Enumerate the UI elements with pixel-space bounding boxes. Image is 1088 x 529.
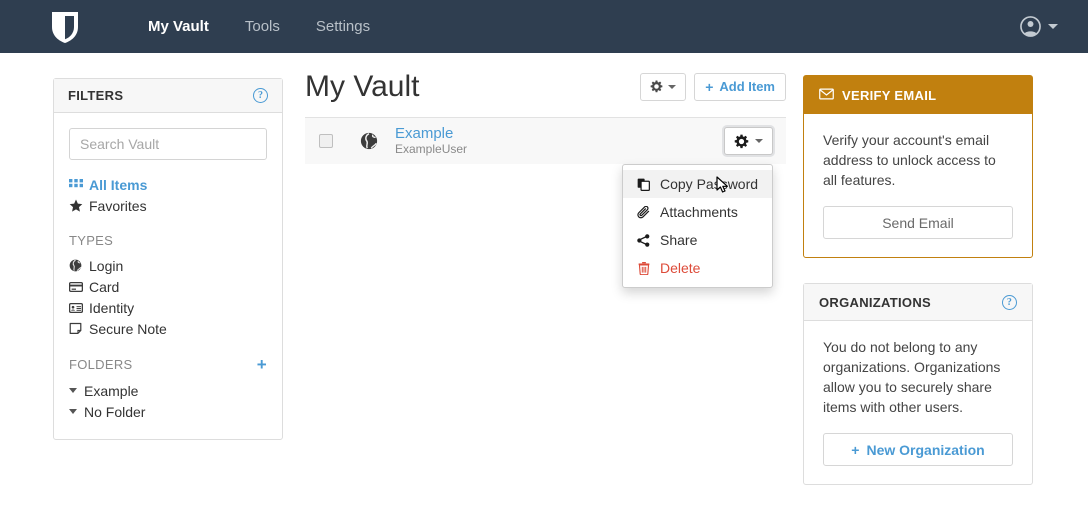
new-organization-button[interactable]: + New Organization — [823, 433, 1013, 467]
filter-type-login[interactable]: Login — [69, 255, 267, 276]
filters-panel-header: FILTERS ? — [54, 79, 282, 113]
copy-icon — [636, 178, 651, 191]
item-username: ExampleUser — [395, 142, 468, 157]
menu-item-copy-password[interactable]: Copy Password — [623, 170, 772, 198]
folder-item-example-label: Example — [84, 382, 139, 399]
filter-type-card[interactable]: Card — [69, 276, 267, 297]
vault-header: My Vault + Add Item — [305, 70, 786, 118]
add-folder-icon[interactable]: + — [257, 356, 267, 373]
folders-list: Example No Folder — [69, 380, 267, 422]
envelope-icon — [819, 88, 834, 103]
filter-favorites[interactable]: Favorites — [69, 195, 267, 216]
item-name-link[interactable]: Example — [395, 125, 467, 142]
menu-item-delete-label: Delete — [660, 260, 701, 276]
star-icon — [69, 199, 89, 213]
row-text: Example ExampleUser — [395, 125, 467, 157]
id-card-icon — [69, 301, 89, 315]
verify-email-title: VERIFY EMAIL — [842, 87, 937, 103]
table-row[interactable]: Example ExampleUser — [305, 118, 786, 164]
search-input[interactable] — [69, 128, 267, 160]
chevron-down-icon — [668, 84, 677, 89]
filter-favorites-label: Favorites — [89, 197, 147, 214]
types-label: TYPES — [69, 233, 114, 248]
chevron-down-icon — [1048, 24, 1058, 29]
organizations-title: ORGANIZATIONS — [819, 294, 931, 310]
filters-nav: All Items Favorites — [69, 174, 267, 216]
filter-all-items-label: All Items — [89, 176, 148, 193]
send-email-label: Send Email — [882, 214, 954, 231]
vault-actions: + Add Item — [640, 72, 786, 101]
types-group-header: TYPES — [69, 233, 267, 248]
paperclip-icon — [636, 205, 651, 219]
filter-type-secure-note[interactable]: Secure Note — [69, 318, 267, 339]
folder-item-no-folder[interactable]: No Folder — [69, 401, 267, 422]
top-navbar: My Vault Tools Settings — [0, 0, 1088, 53]
row-options-button[interactable] — [724, 127, 773, 155]
new-organization-label: New Organization — [866, 441, 985, 458]
account-menu[interactable] — [1020, 0, 1058, 53]
folders-label: FOLDERS — [69, 357, 133, 372]
shield-icon — [50, 9, 80, 45]
filter-type-login-label: Login — [89, 257, 124, 274]
globe-icon — [360, 132, 378, 150]
row-checkbox[interactable] — [319, 134, 333, 148]
filter-type-identity[interactable]: Identity — [69, 297, 267, 318]
caret-down-icon — [69, 409, 77, 414]
verify-email-header: VERIFY EMAIL — [804, 76, 1032, 114]
folders-group-header: FOLDERS + — [69, 356, 267, 373]
gear-icon — [650, 80, 663, 93]
grid-icon — [69, 178, 89, 192]
menu-item-attachments[interactable]: Attachments — [623, 198, 772, 226]
vault-options-button[interactable] — [640, 72, 687, 101]
credit-card-icon — [69, 280, 89, 294]
filters-panel: FILTERS ? All Items — [53, 78, 283, 440]
globe-icon — [69, 259, 89, 272]
plus-icon: + — [851, 441, 860, 458]
share-icon — [636, 233, 651, 247]
organizations-body: You do not belong to any organizations. … — [804, 321, 1032, 484]
verify-email-panel: VERIFY EMAIL Verify your account's email… — [803, 75, 1033, 259]
folder-item-example[interactable]: Example — [69, 380, 267, 401]
question-circle-icon[interactable]: ? — [1002, 294, 1017, 310]
sticky-note-icon — [69, 322, 89, 335]
user-circle-icon — [1020, 16, 1041, 37]
types-list: Login Card Identity Secure Note — [69, 255, 267, 339]
item-context-menu: Copy Password Attachments Share Delete — [622, 164, 773, 288]
verify-email-text: Verify your account's email address to u… — [823, 132, 996, 189]
page-title: My Vault — [305, 70, 420, 103]
brand-logo[interactable] — [50, 7, 84, 47]
filter-type-identity-label: Identity — [89, 299, 135, 316]
question-circle-icon[interactable]: ? — [253, 88, 268, 103]
filter-type-card-label: Card — [89, 278, 120, 295]
send-email-button[interactable]: Send Email — [823, 206, 1013, 240]
menu-item-copy-password-label: Copy Password — [660, 176, 759, 192]
filter-all-items[interactable]: All Items — [69, 174, 267, 195]
vault-main: My Vault + Add Item Example ExampleUser — [305, 70, 786, 164]
nav-link-my-vault[interactable]: My Vault — [130, 18, 227, 35]
filter-type-secure-note-label: Secure Note — [89, 320, 167, 337]
trash-icon — [636, 261, 651, 275]
folder-item-no-folder-label: No Folder — [84, 403, 146, 420]
verify-email-body: Verify your account's email address to u… — [804, 114, 1032, 257]
gear-icon — [734, 134, 749, 149]
menu-item-share[interactable]: Share — [623, 226, 772, 254]
organizations-panel: ORGANIZATIONS ? You do not belong to any… — [803, 283, 1033, 486]
add-item-button[interactable]: + Add Item — [694, 72, 786, 101]
caret-down-icon — [69, 388, 77, 393]
filters-title: FILTERS — [68, 88, 124, 103]
filters-body: All Items Favorites TYPES — [54, 113, 282, 439]
add-item-label: Add Item — [719, 79, 775, 94]
plus-icon: + — [705, 78, 714, 95]
organizations-header: ORGANIZATIONS ? — [804, 284, 1032, 321]
organizations-text: You do not belong to any organizations. … — [823, 339, 1001, 416]
menu-item-delete[interactable]: Delete — [623, 254, 772, 282]
chevron-down-icon — [755, 139, 763, 143]
nav-links: My Vault Tools Settings — [130, 18, 388, 35]
menu-item-attachments-label: Attachments — [660, 204, 738, 220]
menu-item-share-label: Share — [660, 232, 698, 248]
nav-link-tools[interactable]: Tools — [227, 18, 298, 35]
nav-link-settings[interactable]: Settings — [298, 18, 388, 35]
